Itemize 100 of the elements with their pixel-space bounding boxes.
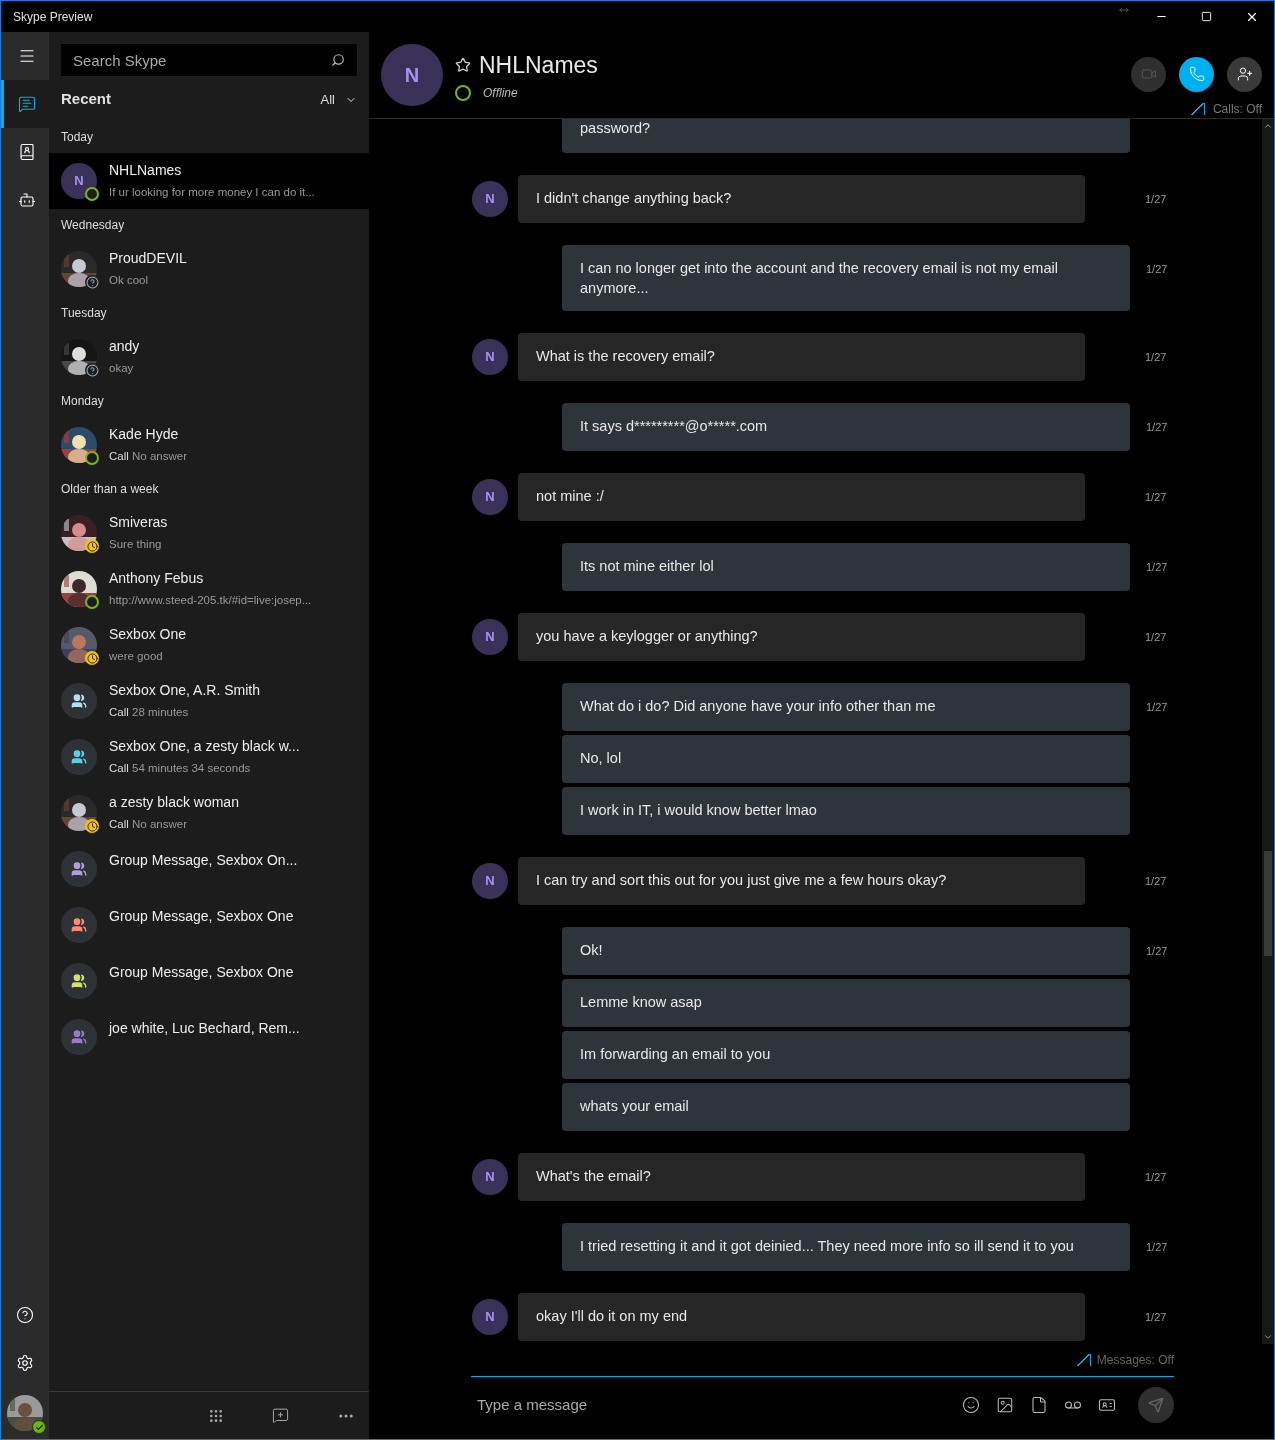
chat-preview: Sure thing bbox=[109, 537, 163, 553]
incoming-message: I can try and sort this out for you just give me a few hours okay? bbox=[518, 857, 1085, 905]
sender-avatar: N bbox=[472, 181, 508, 217]
section-label: Older than a week bbox=[61, 481, 159, 498]
filter-dropdown[interactable]: All bbox=[320, 89, 357, 110]
settings-icon[interactable] bbox=[16, 1354, 34, 1372]
scroll-up-icon[interactable] bbox=[1263, 121, 1273, 131]
robot-icon bbox=[17, 191, 36, 209]
chat-list-item[interactable]: Smiveras Sure thing bbox=[49, 505, 369, 561]
outgoing-message: Its not mine either lol bbox=[562, 543, 1130, 591]
search-icon bbox=[331, 53, 345, 67]
chat-name: Group Message, Sexbox One bbox=[109, 963, 294, 982]
unknown-status-icon bbox=[85, 275, 99, 289]
message-time: 1/27 bbox=[1146, 420, 1168, 435]
chat-list-item[interactable]: Sexbox One were good bbox=[49, 617, 369, 673]
chat-list-item[interactable]: Group Message, Sexbox One bbox=[49, 953, 369, 1009]
chat-name: ProudDEVIL bbox=[109, 249, 187, 269]
chat-name: Sexbox One, a zesty black w... bbox=[109, 737, 300, 757]
incoming-message: What is the recovery email? bbox=[518, 333, 1085, 381]
chat-list-item[interactable]: a zesty black woman Call No answer bbox=[49, 785, 369, 841]
chat-list-item[interactable]: Anthony Febus http://www.steed-205.tk/#id=live:josep... bbox=[49, 561, 369, 617]
file-icon[interactable] bbox=[1030, 1396, 1048, 1414]
outgoing-message: No, lol bbox=[562, 735, 1130, 783]
incoming-message: I didn't change anything back? bbox=[518, 175, 1085, 223]
help-icon[interactable] bbox=[16, 1306, 34, 1324]
chat-preview: Call 28 minutes bbox=[109, 705, 190, 721]
chat-preview: were good bbox=[109, 649, 164, 665]
image-icon[interactable] bbox=[996, 1396, 1014, 1414]
sender-avatar: N bbox=[472, 339, 508, 375]
sender-avatar: N bbox=[472, 479, 508, 515]
incoming-message: What's the email? bbox=[518, 1153, 1085, 1201]
section-label: Today bbox=[61, 129, 94, 146]
chat-list-item[interactable]: Sexbox One, A.R. Smith Call 28 minutes bbox=[49, 673, 369, 729]
contact-avatar: N bbox=[381, 44, 443, 106]
chat-preview: okay bbox=[109, 361, 135, 377]
chat-preview: Ok cool bbox=[109, 273, 149, 289]
dialpad-icon[interactable] bbox=[208, 1407, 224, 1424]
chat-list-item[interactable]: Group Message, Sexbox On... bbox=[49, 841, 369, 897]
chat-preview: Call No answer bbox=[109, 817, 188, 833]
outgoing-message: Ok! bbox=[562, 927, 1130, 975]
message-time: 1/27 bbox=[1146, 700, 1168, 715]
add-contact-button[interactable] bbox=[1227, 56, 1262, 92]
status-ring-icon bbox=[455, 85, 471, 102]
online-status-icon bbox=[32, 1420, 46, 1434]
section-label: Monday bbox=[61, 393, 104, 410]
message-time: 1/27 bbox=[1146, 1240, 1168, 1255]
section-label: Wednesday bbox=[61, 217, 125, 234]
scroll-down-icon[interactable] bbox=[1263, 1332, 1273, 1342]
chat-list-item[interactable]: Group Message, Sexbox One bbox=[49, 897, 369, 953]
video-camera-icon bbox=[1140, 66, 1157, 82]
chat-preview: If ur looking for more money I can do it... bbox=[109, 185, 315, 201]
messages-translation-status: Messages: Off bbox=[1096, 1352, 1174, 1369]
chat-name: andy bbox=[109, 337, 140, 357]
scrollbar-thumb[interactable] bbox=[1264, 851, 1272, 956]
chat-list-item[interactable]: andy okay bbox=[49, 329, 369, 385]
favorite-star-icon[interactable] bbox=[455, 57, 471, 73]
chat-name: joe white, Luc Bechard, Rem... bbox=[109, 1019, 300, 1038]
message-time: 1/27 bbox=[1145, 874, 1167, 889]
chat-list-item[interactable]: joe white, Luc Bechard, Rem... bbox=[49, 1009, 369, 1065]
chat-name: Sexbox One, A.R. Smith bbox=[109, 681, 260, 701]
scrollbar[interactable] bbox=[1262, 119, 1274, 1344]
chats-tab[interactable] bbox=[1, 80, 49, 128]
send-icon bbox=[1148, 1397, 1164, 1413]
section-label: Tuesday bbox=[61, 305, 107, 322]
outgoing-message: password? bbox=[562, 119, 1130, 153]
chat-list-item[interactable]: Kade Hyde Call No answer bbox=[49, 417, 369, 473]
chat-bubble-icon bbox=[17, 95, 36, 113]
contact-name: NHLNames bbox=[479, 50, 598, 80]
outgoing-message: I can no longer get into the account and the recovery email is not my email anymore... bbox=[562, 245, 1130, 311]
chat-name: Kade Hyde bbox=[109, 425, 180, 445]
avatar-initial: N bbox=[61, 163, 97, 199]
incoming-message: not mine :/ bbox=[518, 473, 1085, 521]
emoji-icon[interactable] bbox=[962, 1396, 980, 1414]
contact-card-icon[interactable] bbox=[1098, 1396, 1116, 1414]
phone-icon bbox=[1188, 66, 1205, 82]
message-time: 1/27 bbox=[1146, 560, 1168, 575]
new-chat-icon[interactable] bbox=[272, 1407, 289, 1424]
chat-list-item[interactable]: N NHLNames If ur looking for more money I can do it... bbox=[49, 153, 369, 209]
message-time: 1/27 bbox=[1145, 1310, 1167, 1325]
call-button[interactable] bbox=[1179, 56, 1214, 92]
search-field[interactable]: Search Skype bbox=[61, 44, 357, 76]
message-time: 1/27 bbox=[1145, 1170, 1167, 1185]
chat-name: Smiveras bbox=[109, 513, 168, 533]
chat-list-item[interactable]: ProudDEVIL Ok cool bbox=[49, 241, 369, 297]
incoming-message: okay I'll do it on my end bbox=[518, 1293, 1085, 1341]
outgoing-message: whats your email bbox=[562, 1083, 1130, 1131]
chat-preview: http://www.steed-205.tk/#id=live:josep... bbox=[109, 593, 312, 609]
message-input[interactable]: Type a message bbox=[471, 1393, 962, 1417]
send-button[interactable] bbox=[1138, 1387, 1174, 1423]
away-status-icon bbox=[85, 819, 99, 833]
sender-avatar: N bbox=[472, 1159, 508, 1195]
contact-book-icon bbox=[17, 143, 36, 161]
chat-name: Anthony Febus bbox=[109, 569, 205, 589]
outgoing-message: Im forwarding an email to you bbox=[562, 1031, 1130, 1079]
online-status-icon bbox=[85, 595, 99, 609]
sender-avatar: N bbox=[472, 863, 508, 899]
chat-list-item[interactable]: Sexbox One, a zesty black w... Call 54 minutes 34 seconds bbox=[49, 729, 369, 785]
away-status-icon bbox=[85, 651, 99, 665]
outgoing-message: What do i do? Did anyone have your info other than me bbox=[562, 683, 1130, 731]
outgoing-message: I tried resetting it and it got deinied... They need more info so ill send it to you bbox=[562, 1223, 1130, 1271]
